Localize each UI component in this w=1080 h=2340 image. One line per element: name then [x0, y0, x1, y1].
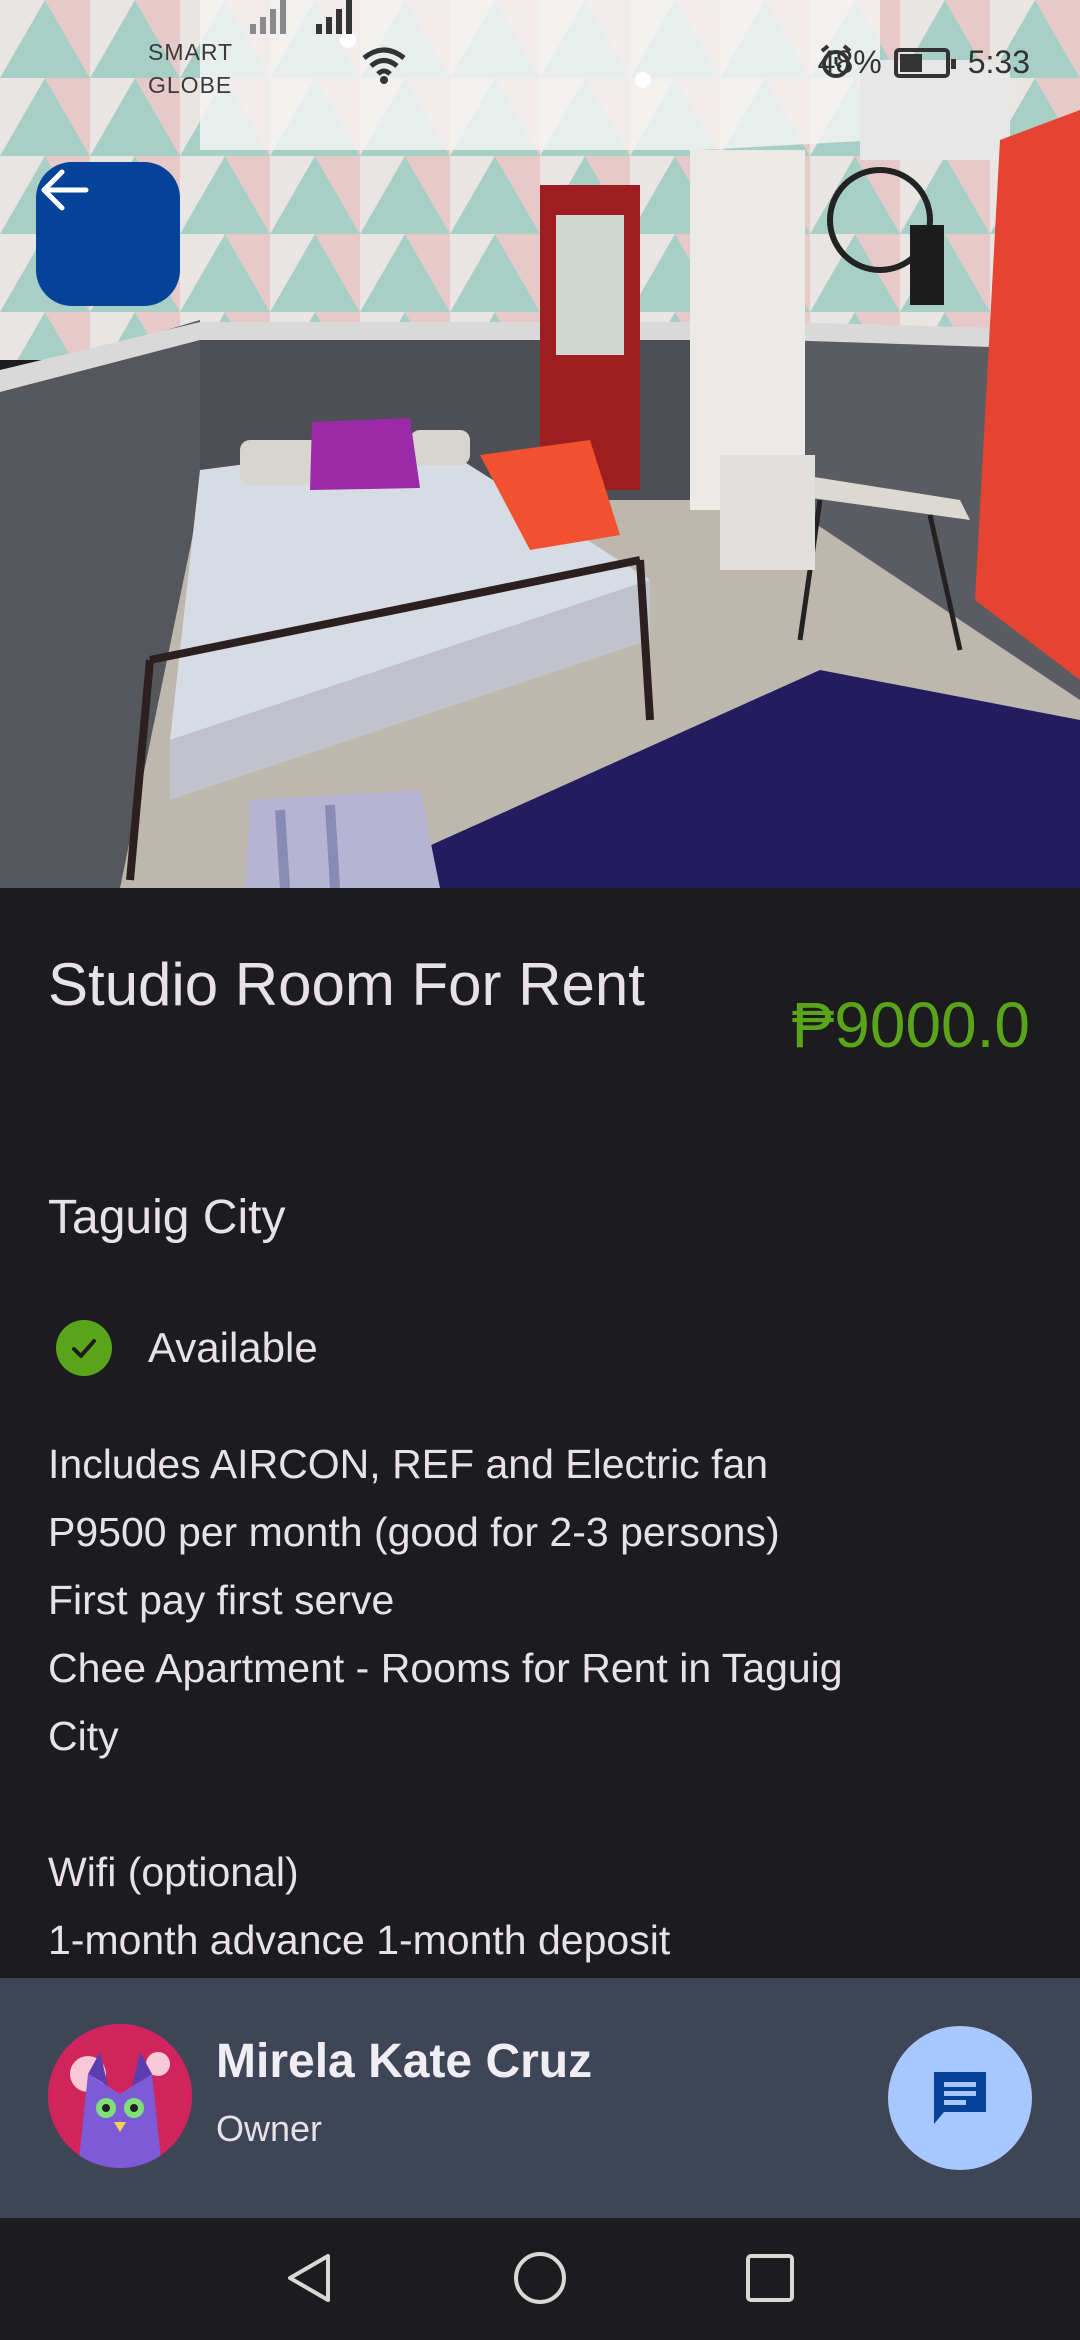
carrier-line-2: GLOBE [148, 72, 233, 98]
owner-name: Mirela Kate Cruz [216, 2035, 593, 2088]
status-bar: SMART GLOBE 48% 5:33 [0, 0, 1080, 130]
signal-icon [250, 0, 286, 34]
description-line: 1-month advance 1-month deposit [48, 1917, 671, 1963]
description-line: Chee Apartment - Rooms for Rent in Tagui… [48, 1645, 843, 1691]
listing-price: ₱9000.0 [791, 989, 1030, 1061]
owner-avatar[interactable] [48, 2024, 192, 2168]
square-recents-icon [746, 2254, 794, 2302]
description-line: Wifi (optional) [48, 1849, 299, 1895]
message-icon [934, 2072, 986, 2124]
listing-description: Includes AIRCON, REF and Electric fan P9… [48, 1430, 1038, 1974]
listing-location: Taguig City [48, 1191, 286, 1244]
listing-photo: SMART GLOBE 48% 5:33 [0, 0, 1080, 888]
arrow-back-icon [41, 169, 89, 211]
chat-button[interactable] [888, 2026, 1032, 2170]
wifi-icon [362, 47, 406, 84]
system-navigation-bar [0, 2218, 1080, 2340]
carrier-line-1: SMART [148, 39, 234, 65]
availability-status: Available [56, 1320, 318, 1376]
availability-label: Available [148, 1324, 318, 1371]
nav-home-button[interactable] [510, 2248, 570, 2308]
description-line: P9500 per month (good for 2-3 persons) [48, 1509, 780, 1555]
owner-role: Owner [216, 2108, 323, 2149]
listing-details: Studio Room For Rent ₱9000.0 Taguig City… [0, 888, 1080, 1978]
description-line [48, 1770, 1038, 1838]
alarm-icon [820, 44, 851, 78]
owner-bar: Mirela Kate Cruz Owner [0, 1978, 1080, 2218]
signal-icon [316, 0, 352, 34]
nav-recents-button[interactable] [740, 2248, 800, 2308]
listing-title: Studio Room For Rent [48, 951, 645, 1018]
description-line: First pay first serve [48, 1577, 395, 1623]
description-line: City [48, 1713, 119, 1759]
check-circle-icon [56, 1320, 112, 1376]
circle-home-icon [514, 2252, 566, 2304]
clock-time: 5:33 [967, 44, 1030, 80]
battery-icon [893, 47, 956, 78]
back-button[interactable] [36, 162, 180, 306]
description-line: Includes AIRCON, REF and Electric fan [48, 1441, 769, 1487]
nav-back-button[interactable] [280, 2248, 340, 2308]
carrier-label: SMART GLOBE [148, 36, 233, 102]
triangle-back-icon [288, 2254, 330, 2302]
